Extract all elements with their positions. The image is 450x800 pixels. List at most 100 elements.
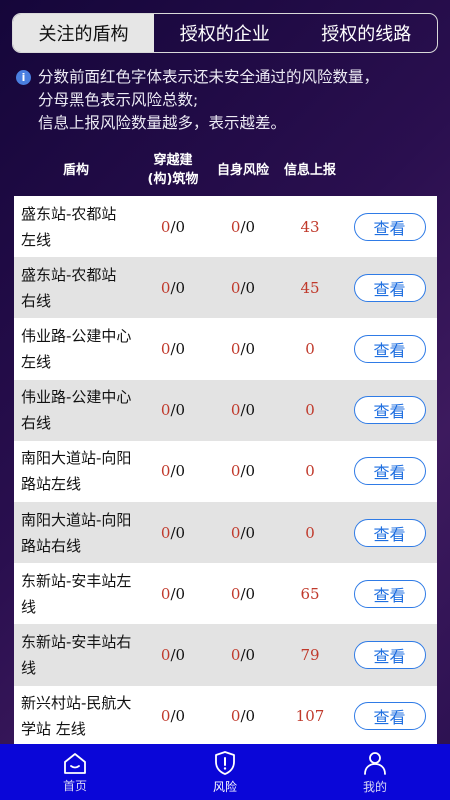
tab-authorized-companies[interactable]: 授权的企业 bbox=[154, 14, 296, 52]
own-risk-count: 0/0 bbox=[208, 707, 278, 725]
shield-name-line2: 线 bbox=[21, 658, 37, 677]
user-icon bbox=[364, 751, 386, 775]
crossing-count: 0/0 bbox=[138, 218, 208, 236]
crossing-total: /0 bbox=[170, 462, 186, 481]
table-row: 南阳大道站-向阳 路站左线 0/0 0/0 0 查看 bbox=[14, 440, 437, 502]
shield-name-line1: 南阳大道站-向阳 bbox=[21, 449, 132, 468]
report-count: 43 bbox=[300, 217, 320, 236]
shield-name-line1: 盛东站-农都站 bbox=[21, 204, 117, 223]
tabbar-risk-label: 风险 bbox=[212, 779, 237, 794]
table-row: 南阳大道站-向阳 路站右线 0/0 0/0 0 查看 bbox=[14, 501, 437, 564]
action-cell: 查看 bbox=[342, 273, 437, 302]
view-button[interactable]: 查看 bbox=[353, 212, 426, 241]
own-risk-total: /0 bbox=[240, 462, 256, 481]
table-header: 盾构 穿越建 (构)筑物 自身风险 信息上报 bbox=[14, 144, 437, 196]
own-risk-count: 0/0 bbox=[208, 462, 278, 480]
bottom-tabbar: 首页 风险 我的 bbox=[0, 744, 450, 800]
crossing-total: /0 bbox=[170, 217, 186, 236]
crossing-count: 0/0 bbox=[138, 646, 208, 664]
home-icon bbox=[64, 752, 86, 774]
action-cell: 查看 bbox=[342, 457, 437, 486]
table-row: 伟业路-公建中心 右线 0/0 0/0 0 查看 bbox=[14, 379, 437, 441]
table-row: 盛东站-农都站 左线 0/0 0/0 43 查看 bbox=[14, 196, 437, 258]
own-risk-count: 0/0 bbox=[208, 401, 278, 419]
own-risk-total: /0 bbox=[240, 584, 256, 603]
report-count: 0 bbox=[305, 401, 315, 420]
report-count: 0 bbox=[305, 462, 315, 481]
shield-alert-icon bbox=[215, 750, 235, 775]
tabbar-mine[interactable]: 我的 bbox=[300, 744, 450, 800]
own-risk-total: /0 bbox=[240, 645, 256, 664]
table-row: 盛东站-农都站 右线 0/0 0/0 45 查看 bbox=[14, 257, 437, 319]
report-count: 0 bbox=[305, 339, 315, 358]
shield-name: 东新站-安丰站右线 bbox=[14, 629, 138, 681]
shield-name: 新兴村站-民航大 学站 左线 bbox=[14, 690, 138, 742]
action-cell: 查看 bbox=[342, 702, 437, 731]
crossing-total: /0 bbox=[170, 584, 186, 603]
shield-name: 南阳大道站-向阳 路站右线 bbox=[14, 507, 138, 559]
report-count: 65 bbox=[300, 584, 320, 603]
header-shield: 盾构 bbox=[62, 162, 89, 178]
report-count: 45 bbox=[300, 278, 320, 297]
shield-name-line2: 右线 bbox=[21, 291, 52, 310]
action-cell: 查看 bbox=[342, 579, 437, 608]
view-button[interactable]: 查看 bbox=[353, 579, 426, 608]
header-own-risk: 自身风险 bbox=[216, 162, 269, 178]
view-button[interactable]: 查看 bbox=[353, 334, 426, 363]
own-risk-total: /0 bbox=[240, 217, 256, 236]
crossing-total: /0 bbox=[170, 645, 186, 664]
view-button[interactable]: 查看 bbox=[353, 702, 426, 731]
tabbar-mine-label: 我的 bbox=[362, 779, 387, 794]
table-row: 东新站-安丰站左线 0/0 0/0 65 查看 bbox=[14, 563, 437, 625]
tab-authorized-lines[interactable]: 授权的线路 bbox=[296, 14, 438, 52]
tabbar-home[interactable]: 首页 bbox=[0, 744, 150, 800]
shield-name-line1: 盛东站-农都站 bbox=[21, 265, 117, 284]
crossing-total: /0 bbox=[170, 523, 186, 542]
header-crossing-line1: 穿越建 bbox=[153, 153, 193, 168]
action-cell: 查看 bbox=[342, 518, 437, 547]
action-cell: 查看 bbox=[342, 640, 437, 669]
view-button[interactable]: 查看 bbox=[353, 396, 426, 425]
shield-name: 东新站-安丰站左线 bbox=[14, 568, 138, 620]
crossing-count: 0/0 bbox=[138, 279, 208, 297]
crossing-total: /0 bbox=[170, 707, 186, 726]
shield-table: 盾构 穿越建 (构)筑物 自身风险 信息上报 盛东站-农都站 左线 0/0 0/0 43… bbox=[14, 144, 437, 744]
shield-name: 伟业路-公建中心 左线 bbox=[14, 323, 138, 375]
crossing-count: 0/0 bbox=[138, 707, 208, 725]
crossing-total: /0 bbox=[170, 278, 186, 297]
tab-followed-shields[interactable]: 关注的盾构 bbox=[13, 14, 154, 52]
view-button[interactable]: 查看 bbox=[353, 518, 426, 547]
shield-name-line1: 南阳大道站-向阳 bbox=[21, 510, 132, 529]
own-risk-total: /0 bbox=[240, 523, 256, 542]
own-risk-total: /0 bbox=[240, 339, 256, 358]
shield-name-line2: 左线 bbox=[21, 230, 52, 249]
crossing-count: 0/0 bbox=[138, 401, 208, 419]
shield-name-line1: 东新站-安丰站左 bbox=[21, 571, 132, 590]
report-count: 79 bbox=[300, 645, 320, 664]
shield-name-line1: 伟业路-公建中心 bbox=[21, 388, 132, 407]
own-risk-count: 0/0 bbox=[208, 646, 278, 664]
shield-name-line1: 伟业路-公建中心 bbox=[21, 326, 132, 345]
tabbar-home-label: 首页 bbox=[62, 778, 87, 793]
table-row: 新兴村站-民航大 学站 左线 0/0 0/0 107 查看 bbox=[14, 685, 437, 744]
shield-name: 伟业路-公建中心 右线 bbox=[14, 384, 138, 436]
shield-name-line2: 左线 bbox=[21, 352, 52, 371]
shield-name: 南阳大道站-向阳 路站左线 bbox=[14, 445, 138, 497]
table-row: 伟业路-公建中心 左线 0/0 0/0 0 查看 bbox=[14, 318, 437, 380]
crossing-total: /0 bbox=[170, 401, 186, 420]
shield-name-line1: 新兴村站-民航大 bbox=[21, 694, 132, 713]
shield-name-line2: 右线 bbox=[21, 414, 52, 433]
view-button[interactable]: 查看 bbox=[353, 457, 426, 486]
header-report: 信息上报 bbox=[283, 162, 336, 178]
shield-name: 盛东站-农都站 右线 bbox=[14, 262, 138, 314]
notice-line: 信息上报风险数量越多，表示越差。 bbox=[38, 114, 287, 132]
own-risk-count: 0/0 bbox=[208, 340, 278, 358]
shield-name-line1: 东新站-安丰站右 bbox=[21, 632, 132, 651]
view-button[interactable]: 查看 bbox=[353, 273, 426, 302]
view-button[interactable]: 查看 bbox=[353, 640, 426, 669]
header-crossing: 穿越建 (构)筑物 bbox=[138, 151, 208, 189]
own-risk-count: 0/0 bbox=[208, 218, 278, 236]
tabbar-risk[interactable]: 风险 bbox=[150, 744, 300, 800]
crossing-count: 0/0 bbox=[138, 585, 208, 603]
report-count: 107 bbox=[295, 707, 325, 726]
